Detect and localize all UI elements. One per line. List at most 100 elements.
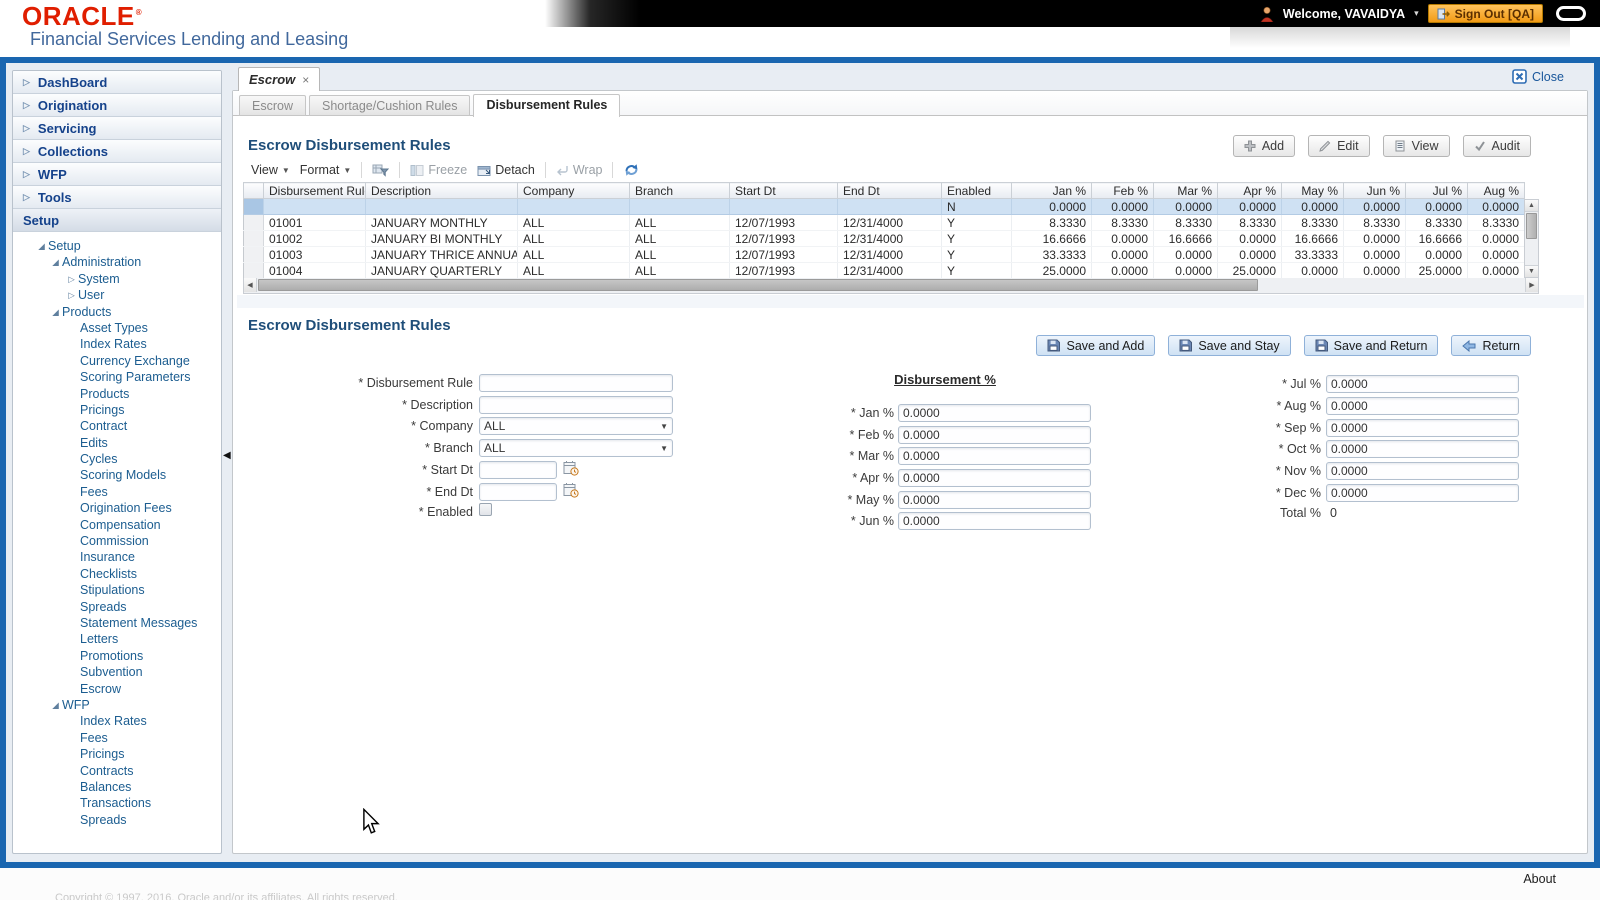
branch-select[interactable]: ALL ▼ — [479, 439, 673, 457]
tree-item-scoring-models[interactable]: Scoring Models — [13, 467, 221, 483]
horizontal-scroll-thumb[interactable] — [258, 279, 1258, 291]
sidebar-item-wfp[interactable]: ▷ WFP — [13, 163, 221, 186]
jul-input[interactable] — [1326, 375, 1519, 393]
return-button[interactable]: Return — [1451, 335, 1531, 356]
tree-item-promotions[interactable]: Promotions — [13, 648, 221, 664]
col-mar[interactable]: Mar % — [1153, 182, 1218, 199]
edit-button[interactable]: Edit — [1308, 135, 1370, 157]
tree-item-origination-fees[interactable]: Origination Fees — [13, 500, 221, 516]
tree-item-letters[interactable]: Letters — [13, 631, 221, 647]
tab-disbursement-rules[interactable]: Disbursement Rules — [473, 94, 621, 117]
freeze-button[interactable]: Freeze — [410, 163, 467, 177]
tab-escrow-window[interactable]: Escrow × — [238, 67, 321, 91]
table-row[interactable]: 01002 JANUARY BI MONTHLY ALL ALL 12/07/1993 1… — [243, 230, 1525, 247]
wrap-button[interactable]: Wrap — [556, 163, 602, 177]
tree-item-wfp-spreads[interactable]: Spreads — [13, 812, 221, 828]
sidebar-item-servicing[interactable]: ▷ Servicing — [13, 117, 221, 140]
tree-item-checklists[interactable]: Checklists — [13, 566, 221, 582]
start-dt-input[interactable] — [479, 461, 557, 479]
col-may[interactable]: May % — [1281, 182, 1344, 199]
scroll-down-arrow[interactable]: ▼ — [1525, 265, 1538, 277]
tree-item-asset-types[interactable]: Asset Types — [13, 320, 221, 336]
col-start-dt[interactable]: Start Dt — [729, 182, 838, 199]
enabled-checkbox[interactable] — [479, 503, 492, 516]
jun-input[interactable] — [898, 512, 1091, 530]
tab-escrow[interactable]: Escrow — [239, 95, 306, 116]
col-aug[interactable]: Aug % — [1467, 182, 1525, 199]
tree-item-products[interactable]: ◢ Products — [13, 304, 221, 320]
tree-item-user[interactable]: ▷ User — [13, 287, 221, 303]
sep-input[interactable] — [1326, 419, 1519, 437]
scroll-up-arrow[interactable]: ▲ — [1525, 200, 1538, 212]
welcome-user-menu[interactable]: Welcome, VAVAIDYA — [1283, 7, 1405, 21]
tree-expanded-icon[interactable]: ◢ — [49, 304, 62, 320]
col-feb[interactable]: Feb % — [1091, 182, 1154, 199]
tree-item-compensation[interactable]: Compensation — [13, 517, 221, 533]
tree-item-stipulations[interactable]: Stipulations — [13, 582, 221, 598]
query-by-example-button[interactable] — [372, 163, 390, 177]
sidebar-item-collections[interactable]: ▷ Collections — [13, 140, 221, 163]
sidebar-item-origination[interactable]: ▷ Origination — [13, 94, 221, 117]
col-jul[interactable]: Jul % — [1405, 182, 1468, 199]
apr-input[interactable] — [898, 469, 1091, 487]
vertical-scroll-thumb[interactable] — [1526, 213, 1537, 239]
scroll-right-arrow[interactable]: ▶ — [1525, 278, 1538, 292]
description-input[interactable] — [479, 396, 673, 414]
add-button[interactable]: Add — [1232, 135, 1296, 157]
tree-item-contract[interactable]: Contract — [13, 418, 221, 434]
tree-item-currency-exchange[interactable]: Currency Exchange — [13, 353, 221, 369]
horizontal-scrollbar[interactable]: ◀ ▶ — [243, 278, 1539, 294]
sidebar-item-dashboard[interactable]: ▷ DashBoard — [13, 71, 221, 94]
tree-item-spreads[interactable]: Spreads — [13, 599, 221, 615]
refresh-button[interactable] — [623, 162, 640, 178]
table-row[interactable]: 01004 JANUARY QUARTERLY ALL ALL 12/07/1993 12… — [243, 262, 1525, 279]
scroll-left-arrow[interactable]: ◀ — [244, 278, 257, 292]
row-gutter[interactable] — [243, 198, 264, 215]
tree-item-setup[interactable]: ◢ Setup — [13, 238, 221, 254]
col-jan[interactable]: Jan % — [1011, 182, 1092, 199]
jan-input[interactable] — [898, 404, 1091, 422]
oct-input[interactable] — [1326, 440, 1519, 458]
col-description[interactable]: Description — [365, 182, 518, 199]
sidebar-collapse-handle[interactable]: ◀ — [223, 450, 231, 461]
tree-item-wfp-index-rates[interactable]: Index Rates — [13, 713, 221, 729]
tree-item-pricings[interactable]: Pricings — [13, 402, 221, 418]
end-dt-calendar-icon[interactable] — [563, 482, 579, 503]
end-dt-input[interactable] — [479, 483, 557, 501]
row-gutter[interactable] — [243, 230, 264, 247]
about-link[interactable]: About — [1523, 872, 1556, 886]
tree-item-commission[interactable]: Commission — [13, 533, 221, 549]
row-gutter[interactable] — [243, 214, 264, 231]
tree-item-edits[interactable]: Edits — [13, 435, 221, 451]
tree-item-subvention[interactable]: Subvention — [13, 664, 221, 680]
view-button[interactable]: View — [1382, 135, 1450, 157]
sidebar-item-tools[interactable]: ▷ Tools — [13, 186, 221, 209]
tree-item-wfp-fees[interactable]: Fees — [13, 730, 221, 746]
col-branch[interactable]: Branch — [629, 182, 730, 199]
tab-shortage-cushion-rules[interactable]: Shortage/Cushion Rules — [308, 95, 471, 116]
save-and-return-button[interactable]: Save and Return — [1303, 335, 1439, 356]
nov-input[interactable] — [1326, 462, 1519, 480]
tree-item-products-leaf[interactable]: Products — [13, 386, 221, 402]
tree-collapsed-icon[interactable]: ▷ — [65, 271, 78, 287]
tree-item-wfp-contracts[interactable]: Contracts — [13, 763, 221, 779]
tree-item-insurance[interactable]: Insurance — [13, 549, 221, 565]
vertical-scrollbar[interactable]: ▲ ▼ — [1524, 199, 1539, 278]
tree-item-wfp-balances[interactable]: Balances — [13, 779, 221, 795]
chevron-down-icon[interactable]: ▾ — [1414, 8, 1419, 19]
tree-collapsed-icon[interactable]: ▷ — [65, 287, 78, 303]
table-row-selected[interactable]: N 0.0000 0.0000 0.0000 0.0000 0.0000 0.0000 0.… — [243, 198, 1525, 215]
col-enabled[interactable]: Enabled — [941, 182, 1012, 199]
close-button[interactable]: Close — [1512, 69, 1564, 84]
table-row[interactable]: 01001 JANUARY MONTHLY ALL ALL 12/07/1993 12/3… — [243, 214, 1525, 231]
mar-input[interactable] — [898, 447, 1091, 465]
tree-expanded-icon[interactable]: ◢ — [49, 697, 62, 713]
tree-item-administration[interactable]: ◢ Administration — [13, 254, 221, 270]
dec-input[interactable] — [1326, 484, 1519, 502]
tree-item-wfp[interactable]: ◢ WFP — [13, 697, 221, 713]
tree-item-escrow[interactable]: Escrow — [13, 681, 221, 697]
table-row[interactable]: 01003 JANUARY THRICE ANNUAL ALL ALL 12/07/19… — [243, 246, 1525, 263]
tree-item-wfp-transactions[interactable]: Transactions — [13, 795, 221, 811]
col-end-dt[interactable]: End Dt — [837, 182, 942, 199]
format-menu[interactable]: Format ▼ — [300, 163, 352, 177]
